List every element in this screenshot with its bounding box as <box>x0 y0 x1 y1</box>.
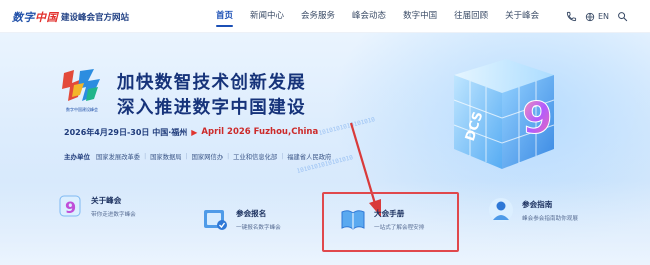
event-date-location: 2026年4月29日-30日 中国·福州 ▶ April 2026 Fuzhou… <box>64 125 318 139</box>
dcs-cube-illustration: DCS 9 <box>453 59 555 169</box>
organizer-divider: | <box>144 152 147 160</box>
card-about-summit[interactable]: 9 关于峰会 带你走进数字峰会 <box>55 191 136 221</box>
card-guide-title: 参会指南 <box>522 199 553 209</box>
globe-icon <box>585 12 595 21</box>
organizer-item: 国家数据局 <box>150 153 182 161</box>
nine-badge-icon: 9 <box>59 195 81 217</box>
annotation-highlight-box <box>322 192 459 252</box>
site-name: 建设峰会官方网站 <box>61 13 130 23</box>
nav-item-services[interactable]: 会务服务 <box>301 0 335 33</box>
hero-title-line-1: 加快数智技术创新发展 <box>117 73 306 93</box>
event-logo-icon <box>62 69 100 101</box>
brand-logo: 数字中国 <box>12 11 58 24</box>
event-date-en: April 2026 Fuzhou,China <box>201 127 319 137</box>
organizer-divider: | <box>185 152 188 160</box>
hero-title-line-2: 深入推进数字中国建设 <box>117 98 306 118</box>
organizers-row: 主办单位 国家发展改革委 | 国家数据局 | 国家网信办 | 工业和信息化部 |… <box>64 150 335 162</box>
date-separator-icon: ▶ <box>191 127 198 137</box>
main-nav: 首页 新闻中心 会务服务 峰会动态 数字中国 往届回顾 关于峰会 <box>216 0 556 33</box>
cube-number-nine: 9 <box>522 93 553 144</box>
nav-item-news[interactable]: 新闻中心 <box>250 0 284 33</box>
card-guide-subtitle: 峰会参会指南助你观展 <box>522 215 578 222</box>
organizer-divider: | <box>281 152 284 160</box>
event-date-cn: 2026年4月29日-30日 中国·福州 <box>64 127 188 137</box>
search-icon[interactable] <box>617 11 628 22</box>
nav-tools: EN <box>566 0 636 33</box>
card-about-title: 关于峰会 <box>91 195 122 205</box>
language-switch[interactable]: EN <box>585 12 609 22</box>
phone-icon[interactable] <box>566 11 577 22</box>
nav-item-updates[interactable]: 峰会动态 <box>352 0 386 33</box>
card-about-subtitle: 带你走进数字峰会 <box>91 211 136 218</box>
guide-person-icon <box>489 198 513 222</box>
nav-item-home[interactable]: 首页 <box>216 0 234 33</box>
svg-text:9: 9 <box>65 198 76 217</box>
card-registration[interactable]: 参会报名 一键报名数字峰会 <box>200 204 281 234</box>
nav-item-about[interactable]: 关于峰会 <box>505 0 539 33</box>
organizer-item: 国家发展改革委 <box>96 153 141 161</box>
nav-item-digital-china[interactable]: 数字中国 <box>403 0 437 33</box>
organizer-item: 国家网信办 <box>191 153 224 161</box>
card-registration-subtitle: 一键报名数字峰会 <box>236 224 281 231</box>
event-logo: 数字中国建设峰会 <box>58 67 106 117</box>
hero-banner: 数字中国建设峰会 加快数智技术创新发展 深入推进数字中国建设 2026年4月29… <box>0 33 650 265</box>
organizer-label: 主办单位 <box>64 153 90 161</box>
register-icon <box>204 210 227 230</box>
top-navigation-bar: 数字中国 建设峰会官方网站 首页 新闻中心 会务服务 峰会动态 数字中国 往届回… <box>0 0 650 33</box>
card-about-text: 关于峰会 带你走进数字峰会 <box>91 195 136 218</box>
site-brand[interactable]: 数字中国 建设峰会官方网站 <box>12 9 129 25</box>
card-guide-text: 参会指南 峰会参会指南助你观展 <box>522 199 578 222</box>
language-label: EN <box>598 12 610 21</box>
card-attendance-guide[interactable]: 参会指南 峰会参会指南助你观展 <box>486 195 578 225</box>
card-registration-text: 参会报名 一键报名数字峰会 <box>236 208 281 231</box>
card-registration-title: 参会报名 <box>236 208 267 218</box>
organizer-item: 福建省人民政府 <box>287 153 332 161</box>
event-logo-caption: 数字中国建设峰会 <box>66 107 98 112</box>
organizer-item: 工业和信息化部 <box>233 153 278 161</box>
organizer-divider: | <box>227 152 230 160</box>
nav-item-past-review[interactable]: 往届回顾 <box>454 0 488 33</box>
